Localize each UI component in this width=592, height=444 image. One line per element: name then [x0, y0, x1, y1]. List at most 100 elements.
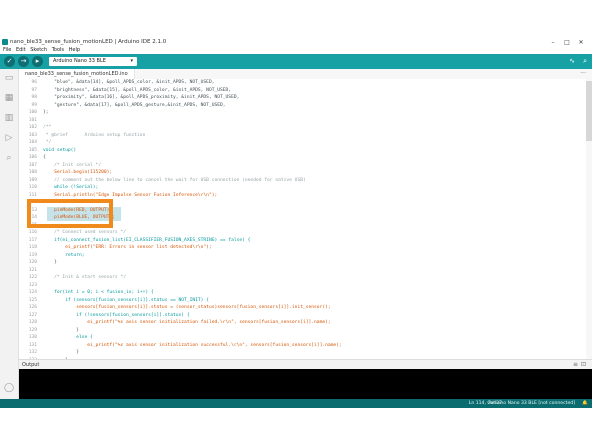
code-line: else {: [43, 335, 93, 340]
search-icon: ⌕: [583, 57, 587, 65]
folder-icon[interactable]: ▭: [4, 73, 14, 83]
debug-icon: ▸: [35, 57, 40, 65]
output-console[interactable]: [19, 369, 592, 399]
code-line: // comment out the below line to cancel …: [43, 177, 306, 183]
line-number: 116: [28, 230, 37, 235]
line-number: 96: [31, 80, 37, 85]
code-line: Serial.println("Edge Impulse Sensor Fusi…: [43, 192, 218, 198]
code-line: "brightness", &data[15], &poll_APDS_colo…: [43, 87, 232, 93]
menu-edit[interactable]: Edit: [16, 47, 26, 54]
editor-scrollbar[interactable]: [586, 79, 592, 359]
code-line: /* Init & start sensors */: [43, 275, 126, 280]
more-icon[interactable]: ···: [580, 69, 586, 79]
debug-icon[interactable]: ▷: [4, 133, 14, 143]
line-number: 108: [28, 170, 37, 175]
code-line: }: [43, 327, 79, 333]
code-line: return;: [43, 252, 85, 258]
code-line: if (sensors[fusion_sensors[i]].status ==…: [43, 297, 209, 303]
line-number: 98: [31, 95, 37, 100]
line-number: 101: [28, 117, 37, 123]
board-selector-label: Arduino Nano 33 BLE: [53, 58, 106, 64]
code-line: }: [43, 260, 57, 265]
code-line: while (!Serial);: [43, 185, 99, 190]
line-number: 104: [28, 140, 37, 145]
line-number: 124: [28, 290, 37, 295]
line-number: 129: [28, 327, 37, 333]
annotation-highlight-box: [27, 199, 113, 228]
serial-plotter-button[interactable]: ∿: [569, 56, 575, 67]
chevron-down-icon: ▾: [130, 58, 133, 64]
code-line: void setup(): [43, 147, 77, 153]
code-line: ei_printf("%s axis sensor initialization…: [43, 320, 331, 325]
window-controls: – □ ✕: [546, 38, 588, 47]
toolbar: ✓ → ▸ Arduino Nano 33 BLE ▾ ∿ ⌕: [0, 54, 592, 69]
code-line: "gesture", &data[17], &poll_APDS_gesture…: [43, 102, 226, 108]
line-number: 130: [28, 335, 37, 340]
code-line: "blue", &data[14], &poll_APDS_color, &in…: [43, 80, 215, 85]
code-line: * @brief Arduino setup function: [43, 132, 146, 138]
menu-help[interactable]: Help: [69, 47, 80, 54]
maximize-button[interactable]: □: [560, 38, 574, 47]
close-button[interactable]: ✕: [574, 38, 588, 47]
plotter-icon: ∿: [569, 57, 575, 65]
code-line: }: [43, 350, 79, 355]
code-line: sensors[fusion_sensors[i]].status = (sen…: [43, 305, 331, 310]
line-number: 131: [28, 342, 37, 348]
menu-sketch[interactable]: Sketch: [30, 47, 47, 54]
debug-button[interactable]: ▸: [32, 56, 43, 67]
line-number: 99: [31, 102, 37, 108]
code-line: {: [43, 155, 46, 160]
line-number: 109: [28, 177, 37, 183]
line-number: 123: [28, 282, 37, 288]
line-number: 127: [28, 312, 37, 318]
verify-button[interactable]: ✓: [4, 56, 15, 67]
line-number: 102: [28, 125, 37, 130]
line-number: 122: [28, 275, 37, 280]
line-number: 119: [28, 252, 37, 258]
line-number: 128: [28, 320, 37, 325]
line-number: 110: [28, 185, 37, 190]
code-line: for(int i = 0; i < fusion_ix; i++) {: [43, 290, 154, 295]
boards-icon[interactable]: ▦: [4, 93, 14, 103]
library-icon[interactable]: ▥: [4, 113, 14, 123]
title-bar: nano_ble33_sense_fusion_motionLED | Ardu…: [0, 38, 592, 47]
code-line: "proximity", &data[16], &poll_APDS_proxi…: [43, 95, 240, 100]
upload-button[interactable]: →: [18, 56, 29, 67]
account-icon[interactable]: ◯: [4, 383, 14, 393]
menu-bar: File Edit Sketch Tools Help: [0, 47, 592, 54]
code-line: };: [43, 110, 49, 115]
code-line: if (!sensors[fusion_sensors[i]].status) …: [43, 312, 190, 318]
tab-sketch[interactable]: nano_ble33_sense_fusion_motionLED.ino: [19, 69, 135, 79]
arrow-right-icon: →: [20, 57, 27, 65]
line-number: 125: [28, 297, 37, 303]
scrollbar-thumb[interactable]: [586, 81, 592, 141]
code-line: /**: [43, 125, 52, 130]
status-bar: Ln 114, Col 27 Arduino Nano 33 BLE [not …: [0, 399, 592, 408]
menu-tools[interactable]: Tools: [52, 47, 64, 54]
code-line: ei_printf("%s axis sensor initialization…: [43, 342, 342, 348]
line-number: 126: [28, 305, 37, 310]
code-line: */: [43, 140, 52, 145]
code-line: ei_printf("ERR: Errors in sensor list de…: [43, 245, 212, 250]
status-board[interactable]: Arduino Nano 33 BLE [not connected]: [488, 399, 575, 408]
board-selector[interactable]: Arduino Nano 33 BLE ▾: [49, 57, 137, 66]
arduino-ide-window: nano_ble33_sense_fusion_motionLED | Ardu…: [0, 38, 592, 408]
activity-sidebar: ▭ ▦ ▥ ▷ ⌕ ◯: [0, 69, 19, 399]
line-number: 105: [28, 147, 37, 153]
line-number: 107: [28, 162, 37, 168]
line-number: 106: [28, 155, 37, 160]
window-title: nano_ble33_sense_fusion_motionLED | Ardu…: [10, 39, 167, 45]
serial-monitor-button[interactable]: ⌕: [583, 56, 587, 67]
code-line: /* Init serial */: [43, 162, 102, 168]
search-icon[interactable]: ⌕: [4, 153, 14, 163]
bell-icon[interactable]: 🔔: [582, 399, 588, 408]
minimize-button[interactable]: –: [546, 38, 560, 47]
code-line: /* Connect used sensors */: [43, 230, 126, 235]
line-number: 97: [31, 87, 37, 93]
line-number: 100: [28, 110, 37, 115]
menu-file[interactable]: File: [3, 47, 11, 54]
line-number: 121: [28, 267, 37, 273]
line-number: 118: [28, 245, 37, 250]
line-number: 111: [28, 192, 37, 198]
check-icon: ✓: [6, 57, 13, 65]
